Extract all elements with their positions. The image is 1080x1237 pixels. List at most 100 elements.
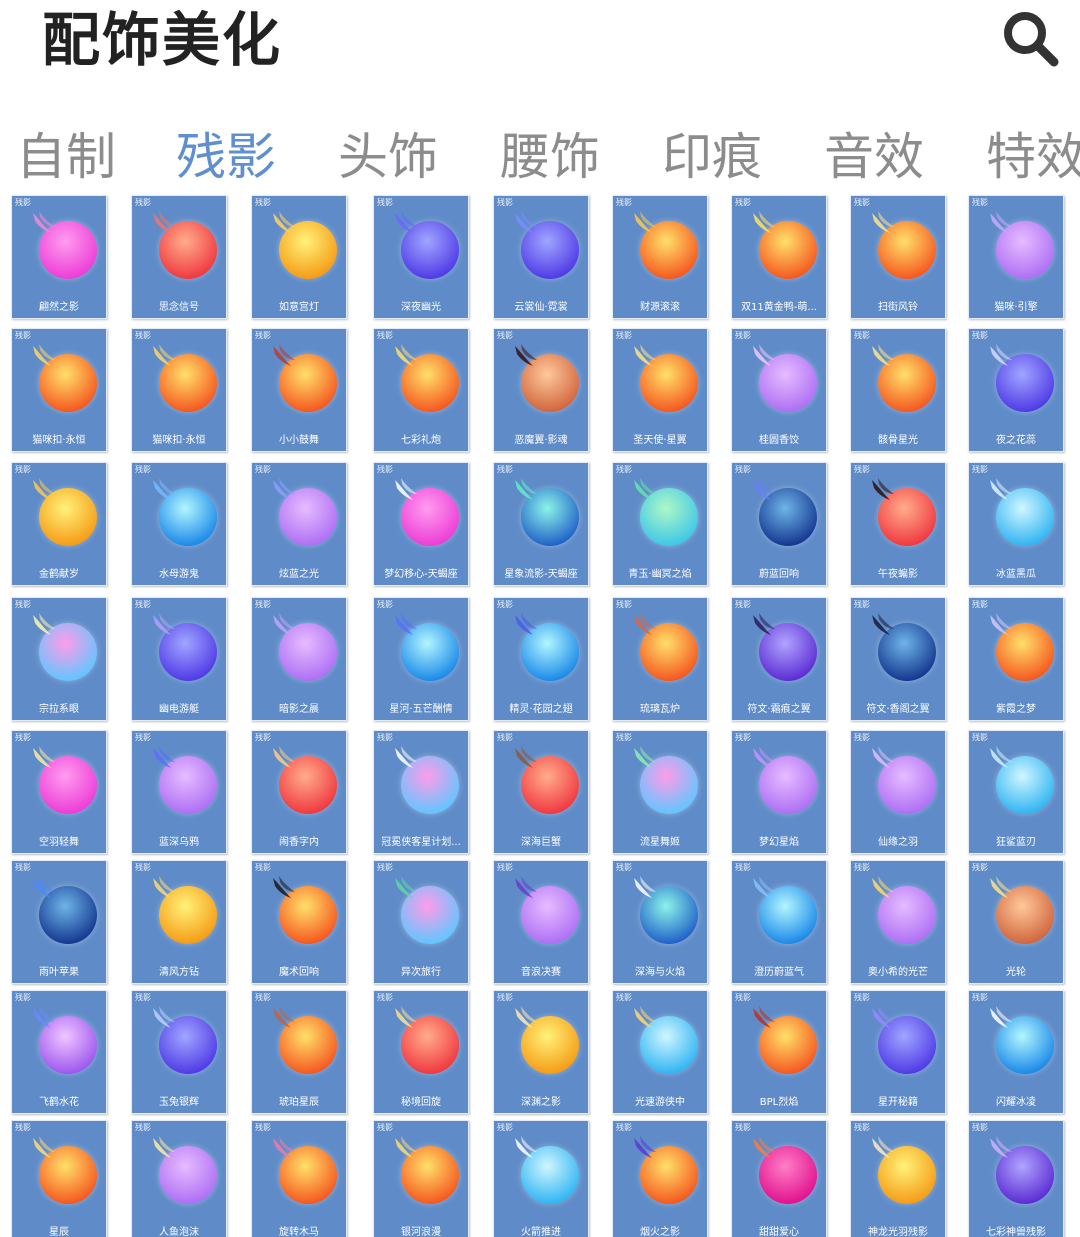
afterimage-card[interactable]: 残影 如意宫灯 [251,195,347,319]
card-tag: 残影 [854,733,870,742]
afterimage-card[interactable]: 残影 暗影之晨 [251,597,347,721]
afterimage-card[interactable]: 残影 神龙光羽残影 [850,1120,946,1237]
card-tag: 残影 [135,198,151,207]
afterimage-card[interactable]: 残影 光速游侠中 [612,990,708,1114]
afterimage-card[interactable]: 残影 雨叶苹果 [11,860,107,984]
card-name: 烟火之影 [640,1227,680,1237]
card-name: 符文·霜痕之翼 [747,704,811,715]
afterimage-card[interactable]: 残影 秘境回旋 [373,990,469,1114]
afterimage-card[interactable]: 残影 云裳仙·霓裳 [493,195,589,319]
card-name: 闪耀冰凌 [996,1097,1036,1108]
afterimage-card[interactable]: 残影 玉兔银辉 [131,990,227,1114]
afterimage-card[interactable]: 残影 飞鹤水花 [11,990,107,1114]
afterimage-card[interactable]: 残影 幽电游艇 [131,597,227,721]
afterimage-card[interactable]: 残影 双11黄金鸭-萌... [731,195,827,319]
card-tag: 残影 [735,863,751,872]
afterimage-card[interactable]: 残影 猫咪扣·永恒 [11,328,107,452]
afterimage-card[interactable]: 残影 甜甜爱心 [731,1120,827,1237]
card-tag: 残影 [616,733,632,742]
afterimage-card[interactable]: 残影 深海巨蟹 [493,730,589,854]
afterimage-card[interactable]: 残影 闹香字内 [251,730,347,854]
afterimage-card[interactable]: 残影 流星舞姬 [612,730,708,854]
afterimage-card[interactable]: 残影 梦幻星焰 [731,730,827,854]
afterimage-card[interactable]: 残影 BPL烈焰 [731,990,827,1114]
afterimage-card[interactable]: 残影 冠冕侠客星计划... [373,730,469,854]
afterimage-card[interactable]: 残影 青玉·幽冥之焰 [612,462,708,586]
afterimage-card[interactable]: 残影 小小鼓舞 [251,328,347,452]
card-tag: 残影 [616,198,632,207]
afterimage-card[interactable]: 残影 魔术回响 [251,860,347,984]
afterimage-card[interactable]: 残影 深夜幽光 [373,195,469,319]
afterimage-card[interactable]: 残影 星象流影-天蝎座 [493,462,589,586]
afterimage-card[interactable]: 残影 音浪决赛 [493,860,589,984]
trail-decoration-icon [153,746,175,768]
afterimage-card[interactable]: 残影 深渊之影 [493,990,589,1114]
card-tag: 残影 [377,733,393,742]
afterimage-card[interactable]: 残影 猫咪·引擎 [968,195,1064,319]
afterimage-card[interactable]: 残影 人鱼泡沫 [131,1120,227,1237]
trail-decoration-icon [634,211,656,233]
afterimage-card[interactable]: 残影 水母游鬼 [131,462,227,586]
afterimage-card[interactable]: 残影 异次旅行 [373,860,469,984]
afterimage-card[interactable]: 残影 金鹤献岁 [11,462,107,586]
card-name: 炫蓝之光 [279,569,319,580]
afterimage-card[interactable]: 残影 精灵·花园之翅 [493,597,589,721]
afterimage-card[interactable]: 残影 蓝深乌鸦 [131,730,227,854]
trail-decoration-icon [990,1136,1012,1158]
afterimage-card[interactable]: 残影 清风方钻 [131,860,227,984]
afterimage-card[interactable]: 残影 符文·香阁之翼 [850,597,946,721]
afterimage-card[interactable]: 残影 炫蓝之光 [251,462,347,586]
afterimage-card[interactable]: 残影 扫街风铃 [850,195,946,319]
card-name: 音浪决赛 [521,967,561,978]
afterimage-card[interactable]: 残影 午夜蝙影 [850,462,946,586]
afterimage-card[interactable]: 残影 夜之花蕊 [968,328,1064,452]
afterimage-card[interactable]: 残影 蔚蓝回响 [731,462,827,586]
card-name: 夜之花蕊 [996,435,1036,446]
afterimage-card[interactable]: 残影 紫霞之梦 [968,597,1064,721]
afterimage-card[interactable]: 残影 烟火之影 [612,1120,708,1237]
card-tag: 残影 [15,733,31,742]
afterimage-card[interactable]: 残影 桂圆香饺 [731,328,827,452]
trail-decoration-icon [515,1136,537,1158]
afterimage-card[interactable]: 残影 星辰 [11,1120,107,1237]
afterimage-card[interactable]: 残影 恶魔翼·影魂 [493,328,589,452]
afterimage-card[interactable]: 残影 梦幻移心-天蝎座 [373,462,469,586]
afterimage-card[interactable]: 残影 猫咪扣·永恒 [131,328,227,452]
afterimage-card[interactable]: 残影 琉璃瓦炉 [612,597,708,721]
afterimage-card[interactable]: 残影 思念信号 [131,195,227,319]
trail-decoration-icon [153,478,175,500]
afterimage-card[interactable]: 残影 翩然之影 [11,195,107,319]
afterimage-card[interactable]: 残影 符文·霜痕之翼 [731,597,827,721]
afterimage-card[interactable]: 残影 光轮 [968,860,1064,984]
afterimage-card[interactable]: 残影 圣天使·星翼 [612,328,708,452]
afterimage-card[interactable]: 残影 奥小希的光芒 [850,860,946,984]
trail-decoration-icon [753,876,775,898]
afterimage-card[interactable]: 残影 仙缘之羽 [850,730,946,854]
card-tag: 残影 [735,198,751,207]
afterimage-card[interactable]: 残影 冰蓝黑瓜 [968,462,1064,586]
card-tag: 残影 [135,600,151,609]
afterimage-card[interactable]: 残影 七彩神兽残影 [968,1120,1064,1237]
card-tag: 残影 [854,1123,870,1132]
card-name: 午夜蝙影 [878,569,918,580]
trail-decoration-icon [753,478,775,500]
afterimage-card[interactable]: 残影 闪耀冰凌 [968,990,1064,1114]
afterimage-card[interactable]: 残影 财源滚滚 [612,195,708,319]
afterimage-card[interactable]: 残影 骸骨星光 [850,328,946,452]
afterimage-card[interactable]: 残影 七彩礼炮 [373,328,469,452]
afterimage-card[interactable]: 残影 澄历蔚蓝气 [731,860,827,984]
card-tag: 残影 [135,331,151,340]
afterimage-card[interactable]: 残影 空羽轻舞 [11,730,107,854]
afterimage-card[interactable]: 残影 星河·五芒酬情 [373,597,469,721]
afterimage-card[interactable]: 残影 狂鲨蓝刃 [968,730,1064,854]
card-tag: 残影 [972,733,988,742]
afterimage-card[interactable]: 残影 星开秘籍 [850,990,946,1114]
trail-decoration-icon [273,876,295,898]
afterimage-card[interactable]: 残影 宗拉系眼 [11,597,107,721]
afterimage-card[interactable]: 残影 火箭推进 [493,1120,589,1237]
trail-decoration-icon [395,478,417,500]
afterimage-card[interactable]: 残影 琥珀星辰 [251,990,347,1114]
afterimage-card[interactable]: 残影 银河浪漫 [373,1120,469,1237]
afterimage-card[interactable]: 残影 深海与火焰 [612,860,708,984]
afterimage-card[interactable]: 残影 旋转木马 [251,1120,347,1237]
